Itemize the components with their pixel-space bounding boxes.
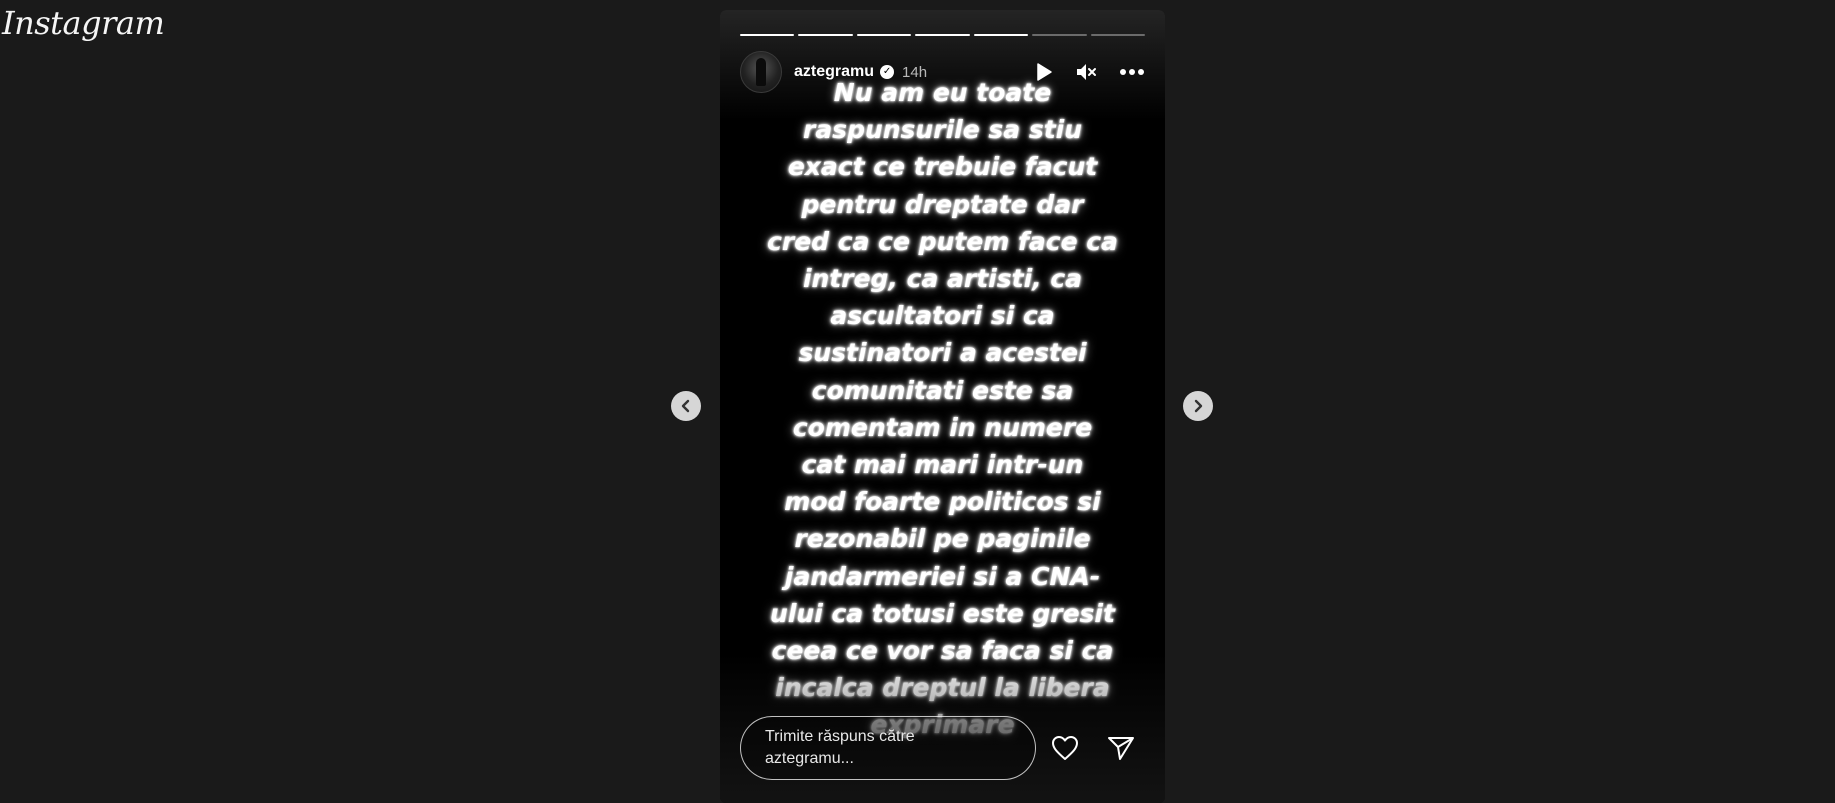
verified-badge-icon: ✓ <box>880 65 895 79</box>
more-options-icon <box>1120 69 1144 75</box>
story-viewer[interactable]: Nu am eu toate raspunsurile sa stiu exact … <box>720 10 1165 803</box>
story-controls <box>1035 62 1145 82</box>
story-text-line: sustinatori a acestei <box>798 338 1087 368</box>
avatar[interactable] <box>740 51 782 93</box>
previous-story-button[interactable] <box>671 391 701 421</box>
story-text-line: intreg, ca artisti, ca <box>802 264 1083 294</box>
progress-segment <box>915 34 970 36</box>
story-text-line: jandarmeriei si a CNA- <box>784 561 1101 591</box>
story-text-line: cat mai mari intr-un <box>801 450 1084 480</box>
reply-input[interactable]: Trimite răspuns către aztegramu... <box>740 716 1036 780</box>
story-text-line: rezonabil pe paginile <box>794 524 1091 554</box>
author-username[interactable]: aztegramu <box>794 63 874 81</box>
more-options-button[interactable] <box>1119 68 1145 76</box>
muted-speaker-icon <box>1077 64 1096 80</box>
story-text-line: incalca dreptul la libera <box>775 673 1110 703</box>
story-text-line: ascultatori si ca <box>830 301 1055 331</box>
story-progress-bar <box>740 34 1145 36</box>
story-timestamp: 14h <box>902 63 928 81</box>
story-text-line: mod foarte politicos si <box>784 487 1101 517</box>
reply-actions <box>1051 735 1135 761</box>
progress-segment <box>973 34 1029 36</box>
story-text-line: raspunsurile sa stiu <box>802 115 1083 145</box>
play-button[interactable] <box>1035 62 1053 82</box>
progress-segment <box>740 34 795 36</box>
reply-bar: Trimite răspuns către aztegramu... <box>740 715 1145 781</box>
story-text-line: cred ca ce putem face ca <box>767 226 1118 256</box>
chevron-left-icon <box>681 399 690 413</box>
story-text-line: ului ca totusi este gresit <box>770 598 1115 628</box>
story-text-line: ceea ce vor sa faca si ca <box>771 636 1114 666</box>
share-button[interactable] <box>1107 735 1135 761</box>
progress-segment <box>1090 34 1145 36</box>
progress-segment <box>856 34 912 36</box>
next-story-button[interactable] <box>1183 391 1213 421</box>
reply-placeholder-line1: Trimite răspuns către <box>765 728 915 745</box>
send-icon <box>1108 737 1134 760</box>
mute-button[interactable] <box>1075 62 1097 82</box>
reply-placeholder-line2: aztegramu... <box>765 750 854 767</box>
story-text-line: exact ce trebuie facut <box>787 152 1098 182</box>
story-text-line: pentru dreptate dar <box>801 189 1084 219</box>
instagram-logo[interactable]: Instagram <box>2 4 165 42</box>
story-header: aztegramu ✓ 14h <box>740 51 1145 93</box>
story-text: Nu am eu toate raspunsurile sa stiu exact … <box>760 74 1125 744</box>
heart-icon <box>1052 736 1078 760</box>
chevron-right-icon <box>1194 399 1203 413</box>
story-text-line: comunitati este sa <box>811 375 1074 405</box>
like-button[interactable] <box>1051 735 1079 761</box>
play-icon <box>1037 63 1052 81</box>
progress-segment <box>1032 34 1087 36</box>
progress-segment <box>798 34 853 36</box>
story-text-line: comentam in numere <box>792 412 1093 442</box>
